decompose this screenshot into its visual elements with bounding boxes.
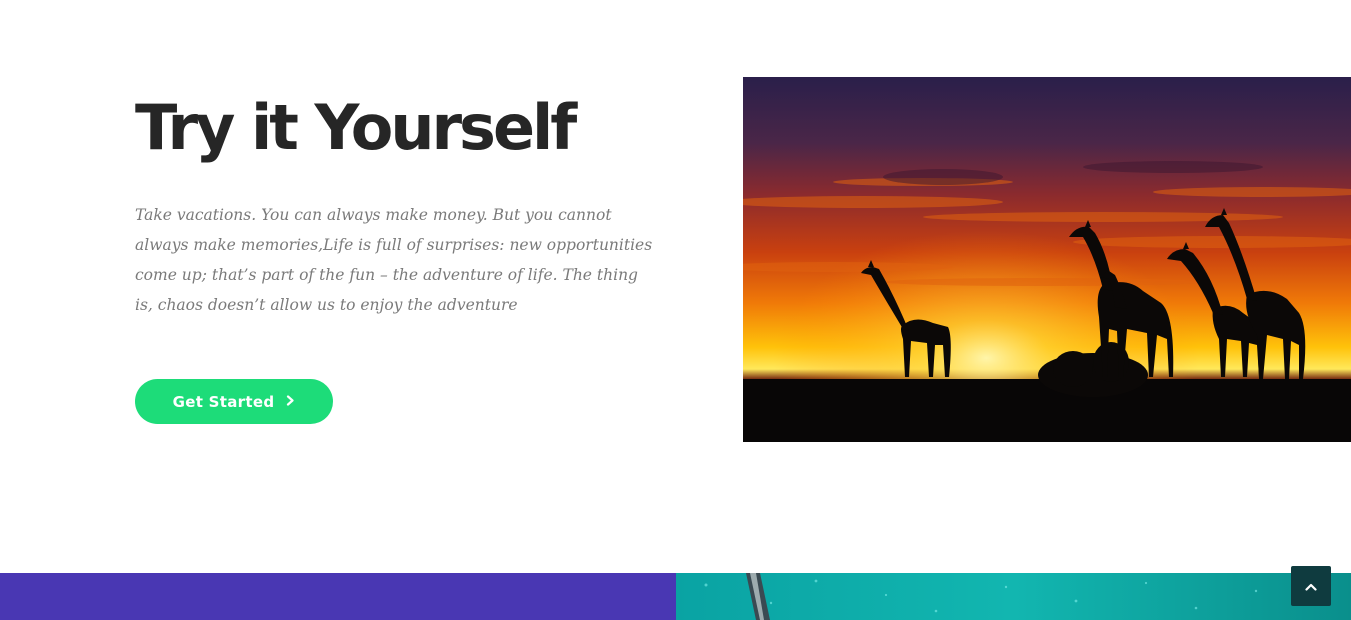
hero-title: Try it Yourself	[135, 91, 577, 164]
chevron-up-icon	[1305, 579, 1317, 594]
purple-band	[0, 573, 676, 620]
hero-section: Try it Yourself Take vacations. You can …	[135, 80, 655, 315]
scroll-to-top-button[interactable]	[1291, 566, 1331, 606]
chevron-right-icon	[286, 393, 295, 409]
turquoise-water-image	[676, 573, 1351, 620]
hero-body-text: Take vacations. You can always make mone…	[135, 206, 653, 314]
get-started-label: Get Started	[172, 392, 275, 411]
giraffes-sunset-image	[743, 77, 1351, 442]
get-started-button[interactable]: Get Started	[135, 379, 333, 424]
page: Try it Yourself Take vacations. You can …	[0, 0, 1351, 620]
